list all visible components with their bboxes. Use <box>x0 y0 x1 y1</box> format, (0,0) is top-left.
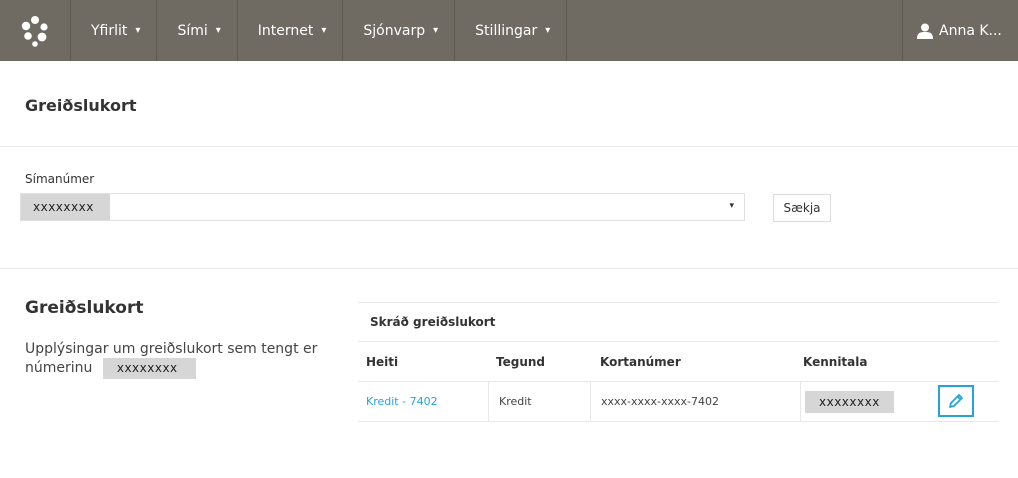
chevron-down-icon: ▾ <box>729 201 734 211</box>
pencil-icon <box>949 394 963 408</box>
chevron-down-icon: ▾ <box>545 25 551 36</box>
section-description: Upplýsingar um greiðslukort sem tengt er… <box>25 340 345 379</box>
user-name: Anna K... <box>939 22 1002 39</box>
nav-item-stillingar[interactable]: Stillingar ▾ <box>455 0 568 61</box>
card-type-cell: Kredit <box>488 382 532 421</box>
chevron-down-icon: ▾ <box>215 25 221 36</box>
divider <box>0 146 1018 147</box>
chevron-down-icon: ▾ <box>321 25 327 36</box>
table-header-row: Heiti Tegund Kortanúmer Kennitala <box>358 342 998 382</box>
nav-item-simi[interactable]: Sími ▾ <box>157 0 238 61</box>
nav-item-internet[interactable]: Internet ▾ <box>238 0 344 61</box>
table-caption: Skráð greiðslukort <box>358 302 998 342</box>
page-title: Greiðslukort <box>25 96 137 115</box>
nav-item-label: Sími <box>177 22 208 39</box>
nav-item-label: Yfirlit <box>91 22 128 39</box>
column-header-kennitala: Kennitala <box>803 354 868 369</box>
kennitala-cell: xxxxxxxx <box>800 382 894 421</box>
chevron-down-icon: ▾ <box>433 25 439 36</box>
number-mask: xxxxxxxx <box>102 358 196 379</box>
logo[interactable] <box>0 0 71 61</box>
nav-item-yfirlit[interactable]: Yfirlit ▾ <box>71 0 158 61</box>
top-nav-bar: Yfirlit ▾ Sími ▾ Internet ▾ Sjónvarp ▾ S… <box>0 0 1018 61</box>
column-header-heiti: Heiti <box>366 354 399 369</box>
nav-item-label: Stillingar <box>475 22 538 39</box>
column-header-kortanumer: Kortanúmer <box>600 354 681 369</box>
phone-select[interactable]: xxxxxxxx ▾ <box>20 193 745 221</box>
edit-button[interactable] <box>938 385 974 417</box>
card-number-cell: xxxx-xxxx-xxxx-7402 <box>590 382 719 421</box>
divider <box>0 268 1018 269</box>
chevron-down-icon: ▾ <box>135 25 141 36</box>
section-title: Greiðslukort <box>25 298 144 318</box>
cards-table: Skráð greiðslukort Heiti Tegund Kortanúm… <box>358 302 998 422</box>
logo-icon <box>21 15 48 47</box>
user-menu[interactable]: Anna K... <box>902 0 1018 61</box>
fetch-button[interactable]: Sækja <box>773 194 831 222</box>
phone-value: xxxxxxxx <box>21 194 110 220</box>
card-name-link[interactable]: Kredit - 7402 <box>366 395 438 408</box>
table-row: Kredit - 7402 Kredit xxxx-xxxx-xxxx-7402… <box>358 382 998 422</box>
nav-item-label: Internet <box>257 22 314 39</box>
column-header-tegund: Tegund <box>496 354 545 369</box>
nav-item-label: Sjónvarp <box>363 22 426 39</box>
user-icon <box>917 23 933 39</box>
kennitala-mask: xxxxxxxx <box>805 390 894 413</box>
card-name-cell: Kredit - 7402 <box>366 382 438 421</box>
nav-item-sjonvarp[interactable]: Sjónvarp ▾ <box>343 0 456 61</box>
phone-label: Símanúmer <box>25 172 95 186</box>
